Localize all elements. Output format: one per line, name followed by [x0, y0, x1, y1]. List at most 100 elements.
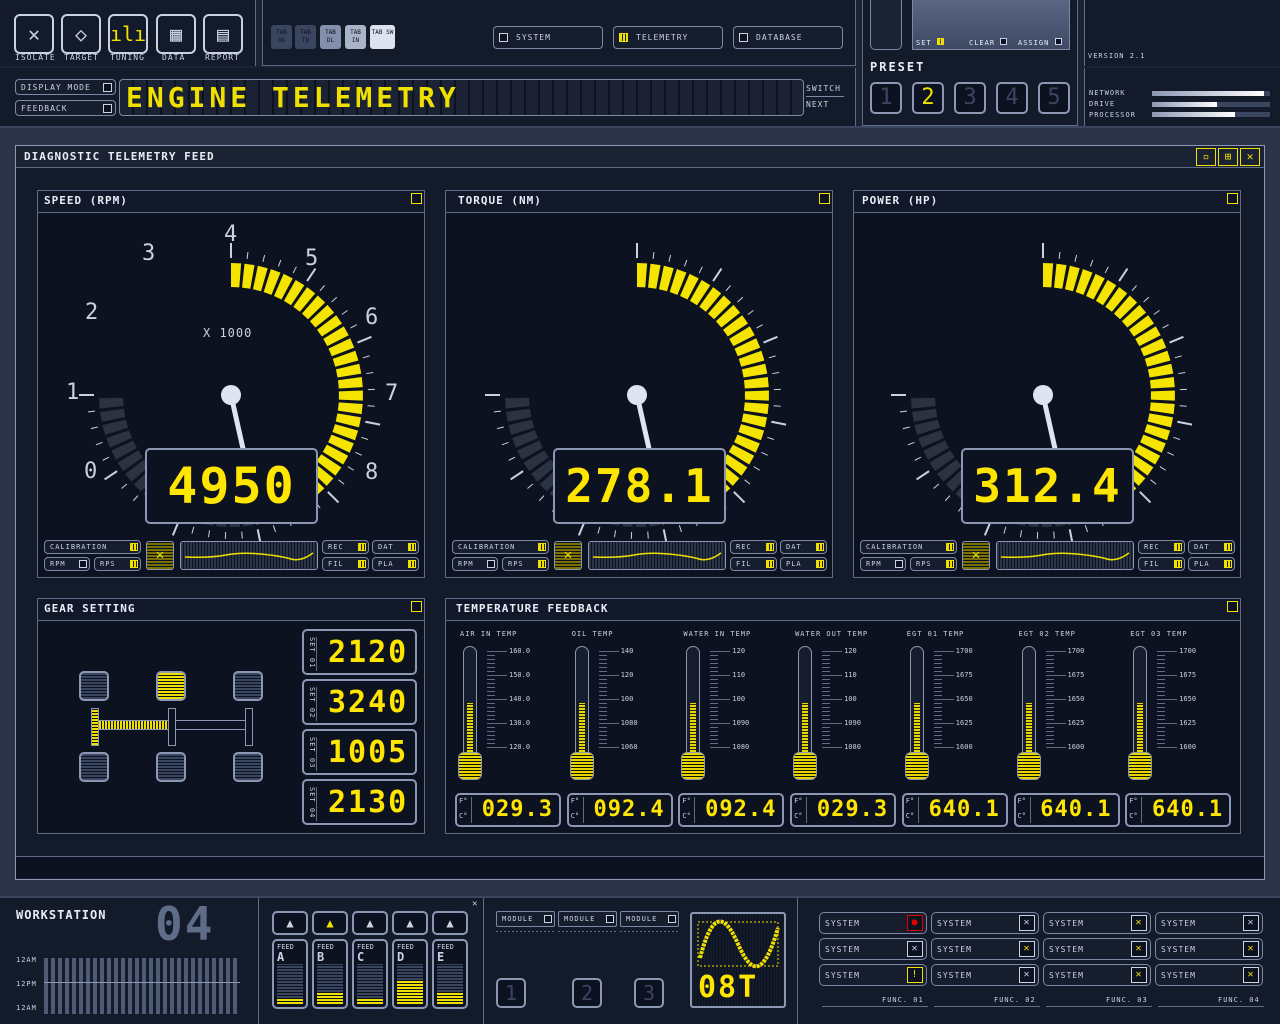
- gauge-power-tick: [1118, 268, 1129, 282]
- power-fil-button[interactable]: FIL: [1138, 557, 1185, 571]
- module-2-select[interactable]: 2: [572, 978, 602, 1008]
- module-1-select[interactable]: 1: [496, 978, 526, 1008]
- workstation-label: WORKSTATION: [16, 908, 107, 922]
- system-button-3-3[interactable]: SYSTEM ✕: [1043, 964, 1151, 986]
- module-3-button[interactable]: MODULE: [620, 911, 679, 927]
- gear-slot-3[interactable]: [156, 671, 186, 701]
- temp-4-scale-4: 1600: [955, 743, 973, 751]
- feed-d-top-button[interactable]: ▲: [392, 911, 428, 935]
- system-button-1-2[interactable]: SYSTEM ✕: [819, 938, 927, 960]
- gauge-torque-tick: [712, 268, 723, 282]
- temp-1-tick: [598, 727, 607, 728]
- module-3-select[interactable]: 3: [634, 978, 664, 1008]
- speed-rps-button[interactable]: RPS: [94, 557, 141, 571]
- feed-e-top-button[interactable]: ▲: [432, 911, 468, 935]
- temp-0-readout: F° C° 029.3: [455, 793, 561, 827]
- speed-rec-button[interactable]: REC: [322, 540, 369, 554]
- temp-0-tick: [487, 679, 495, 680]
- system-button-2-3[interactable]: SYSTEM ✕: [931, 964, 1039, 986]
- torque-rps-button[interactable]: RPS: [502, 557, 549, 571]
- system-button-1-3[interactable]: SYSTEM !: [819, 964, 927, 986]
- gauge-speed-tick: [241, 531, 243, 539]
- speed-pla-button[interactable]: PLA: [372, 557, 419, 571]
- speed-rpm-label: RPM: [50, 560, 66, 568]
- module-1-button[interactable]: MODULE: [496, 911, 555, 927]
- power-mode-icon[interactable]: ✕: [962, 541, 990, 570]
- torque-rpm-button[interactable]: RPM: [452, 557, 498, 571]
- system-button-4-3[interactable]: SYSTEM ✕: [1155, 964, 1263, 986]
- gear-slot-4[interactable]: [156, 752, 186, 782]
- torque-calibration-button[interactable]: CALIBRATION: [452, 540, 549, 554]
- power-rpm-icon: [895, 560, 903, 568]
- gear-slot-2[interactable]: [79, 752, 109, 782]
- temp-6-tick: [1157, 695, 1166, 696]
- feed-close-icon[interactable]: ✕: [472, 899, 477, 909]
- gear-slot-5[interactable]: [233, 671, 263, 701]
- speed-readout: 4950: [167, 457, 296, 515]
- temp-3-tick: [822, 723, 843, 724]
- temp-0-tick: [487, 747, 507, 748]
- gear-slot-6[interactable]: [233, 752, 263, 782]
- temp-expand-icon[interactable]: [1227, 601, 1238, 612]
- feed-b-top-button[interactable]: ▲: [312, 911, 348, 935]
- temp-1-tick: [598, 659, 607, 660]
- gear-slot-1[interactable]: [79, 671, 109, 701]
- gear-set-3[interactable]: SET 03 1005: [302, 729, 417, 775]
- temp-6-bulb: [1128, 752, 1153, 780]
- feed-a[interactable]: FEED A: [272, 939, 308, 1009]
- torque-dat-button[interactable]: DAT: [780, 540, 827, 554]
- torque-rec-button[interactable]: REC: [730, 540, 777, 554]
- system-button-2-2[interactable]: SYSTEM ✕: [931, 938, 1039, 960]
- gear-set-1[interactable]: SET 01 2120: [302, 629, 417, 675]
- gauge-speed-tick: [366, 371, 374, 375]
- feed-d[interactable]: FEED D: [392, 939, 428, 1009]
- system-button-3-1[interactable]: SYSTEM ✕: [1043, 912, 1151, 934]
- speed-tick-7: 7: [385, 381, 399, 406]
- power-calibration-button[interactable]: CALIBRATION: [860, 540, 957, 554]
- system-button-4-1-label: SYSTEM: [1161, 918, 1196, 928]
- torque-mode-icon[interactable]: ✕: [554, 541, 582, 570]
- system-button-4-2[interactable]: SYSTEM ✕: [1155, 938, 1263, 960]
- system-button-1-1[interactable]: SYSTEM ●: [819, 912, 927, 934]
- torque-fil-button[interactable]: FIL: [730, 557, 777, 571]
- power-rec-button[interactable]: REC: [1138, 540, 1185, 554]
- power-rps-button[interactable]: RPS: [910, 557, 957, 571]
- gauge-torque-segment: [744, 390, 769, 401]
- system-button-4-1[interactable]: SYSTEM ✕: [1155, 912, 1263, 934]
- gauge-torque-tick: [538, 495, 545, 502]
- feed-e[interactable]: FEED E: [432, 939, 468, 1009]
- torque-pla-button[interactable]: PLA: [780, 557, 827, 571]
- temp-4-tick: [933, 663, 942, 664]
- system-button-2-1[interactable]: SYSTEM ✕: [931, 912, 1039, 934]
- speed-tick-2: 2: [85, 300, 99, 325]
- feed-c[interactable]: FEED C: [352, 939, 388, 1009]
- gear-set-4[interactable]: SET 04 2130: [302, 779, 417, 825]
- temp-3-tick: [822, 655, 831, 656]
- gauge-power-tick: [914, 456, 922, 461]
- power-dat-label: DAT: [1194, 543, 1210, 551]
- power-dat-button[interactable]: DAT: [1188, 540, 1235, 554]
- gear-expand-icon[interactable]: [411, 601, 422, 612]
- temp-3-unit-divider: [806, 797, 808, 823]
- feed-a-top-button[interactable]: ▲: [272, 911, 308, 935]
- system-button-3-2[interactable]: SYSTEM ✕: [1043, 938, 1151, 960]
- feed-b[interactable]: FEED B: [312, 939, 348, 1009]
- gauge-speed-segment: [231, 263, 242, 288]
- speed-mode-icon[interactable]: ✕: [146, 541, 174, 570]
- power-pla-button[interactable]: PLA: [1188, 557, 1235, 571]
- gauge-speed-tick: [121, 483, 128, 489]
- speed-rpm-button[interactable]: RPM: [44, 557, 90, 571]
- speed-rps-label: RPS: [100, 560, 116, 568]
- module-2-button[interactable]: MODULE: [558, 911, 617, 927]
- temp-2-tick: [710, 699, 731, 700]
- power-rpm-button[interactable]: RPM: [860, 557, 906, 571]
- feed-c-top-button[interactable]: ▲: [352, 911, 388, 935]
- speed-fil-button[interactable]: FIL: [322, 557, 369, 571]
- temp-5-tick: [1045, 651, 1066, 652]
- speed-dat-button[interactable]: DAT: [372, 540, 419, 554]
- temp-6-tick: [1157, 675, 1178, 676]
- speed-calibration-button[interactable]: CALIBRATION: [44, 540, 141, 554]
- gear-set-2[interactable]: SET 02 3240: [302, 679, 417, 725]
- temp-1-tick: [598, 723, 619, 724]
- temp-0-tick: [487, 735, 495, 736]
